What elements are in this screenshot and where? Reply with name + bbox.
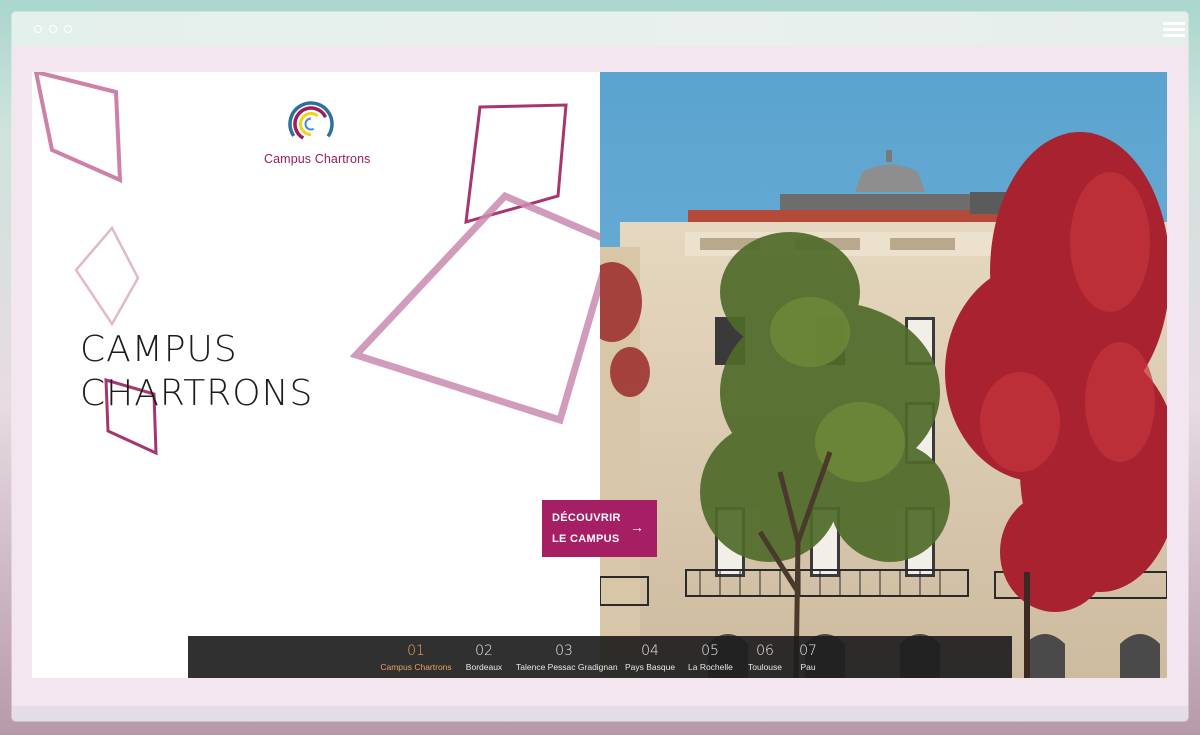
slide-number: 02 [475,643,493,659]
cta-label-line2: LE CAMPUS [552,533,620,545]
slide-number: 01 [407,643,425,659]
browser-top-bar [12,12,1188,46]
arrow-right-icon: → [630,519,644,535]
slide-tab-toulouse[interactable]: 06 Toulouse [746,636,784,678]
window-circle-icon[interactable] [64,25,72,33]
hamburger-icon[interactable] [1163,22,1185,38]
slide-tab-la-rochelle[interactable]: 05 La Rochelle [688,636,733,678]
hero-title: CAMPUS CHARTRONS [80,328,313,416]
slide-number: 06 [756,643,774,659]
slide-number: 03 [555,643,573,659]
slide-label: Campus Chartrons [380,662,452,672]
hero-left-panel: Campus Chartrons CAMPUS CHARTRONS [32,72,617,678]
slide-number: 04 [641,643,659,659]
hero-photo [600,72,1167,678]
campus-logo[interactable]: Campus Chartrons [260,100,370,172]
slide-tab-pays-basque[interactable]: 04 Pays Basque [625,636,675,678]
window-circle-icon[interactable] [49,25,57,33]
slide-label: Pau [800,662,816,672]
building-photo-image [600,72,1167,678]
slide-label: La Rochelle [688,662,733,672]
page-content: Campus Chartrons CAMPUS CHARTRONS DÉCOUV… [32,72,1167,678]
slide-label: Pays Basque [625,662,676,672]
slide-label: Toulouse [747,662,783,672]
slide-tab-talence-pessac-gradignan[interactable]: 03 Talence Pessac Gradignan [516,636,618,678]
slide-tab-bordeaux[interactable]: 02 Bordeaux [464,636,504,678]
discover-campus-button[interactable]: DÉCOUVRIR LE CAMPUS → [542,500,657,557]
browser-window: Campus Chartrons CAMPUS CHARTRONS DÉCOUV… [12,12,1188,721]
hero-title-line1: CAMPUS [80,329,238,370]
slide-number: 07 [799,643,817,659]
slide-tab-campus-chartrons[interactable]: 01 Campus Chartrons [378,636,454,678]
logo-text: Campus Chartrons [264,152,371,166]
slide-number: 05 [701,643,719,659]
campus-slider-nav: 01 Campus Chartrons 02 Bordeaux 03 Talen… [188,636,1012,678]
slide-tab-pau[interactable]: 07 Pau [792,636,824,678]
cta-label-line1: DÉCOUVRIR [552,512,621,524]
browser-bottom-strip [12,706,1188,721]
hero-title-line2: CHARTRONS [80,373,314,414]
logo-icon [288,101,334,147]
slide-label: Bordeaux [465,662,503,672]
window-circle-icon[interactable] [34,25,42,33]
slide-label: Talence Pessac Gradignan [516,662,618,672]
